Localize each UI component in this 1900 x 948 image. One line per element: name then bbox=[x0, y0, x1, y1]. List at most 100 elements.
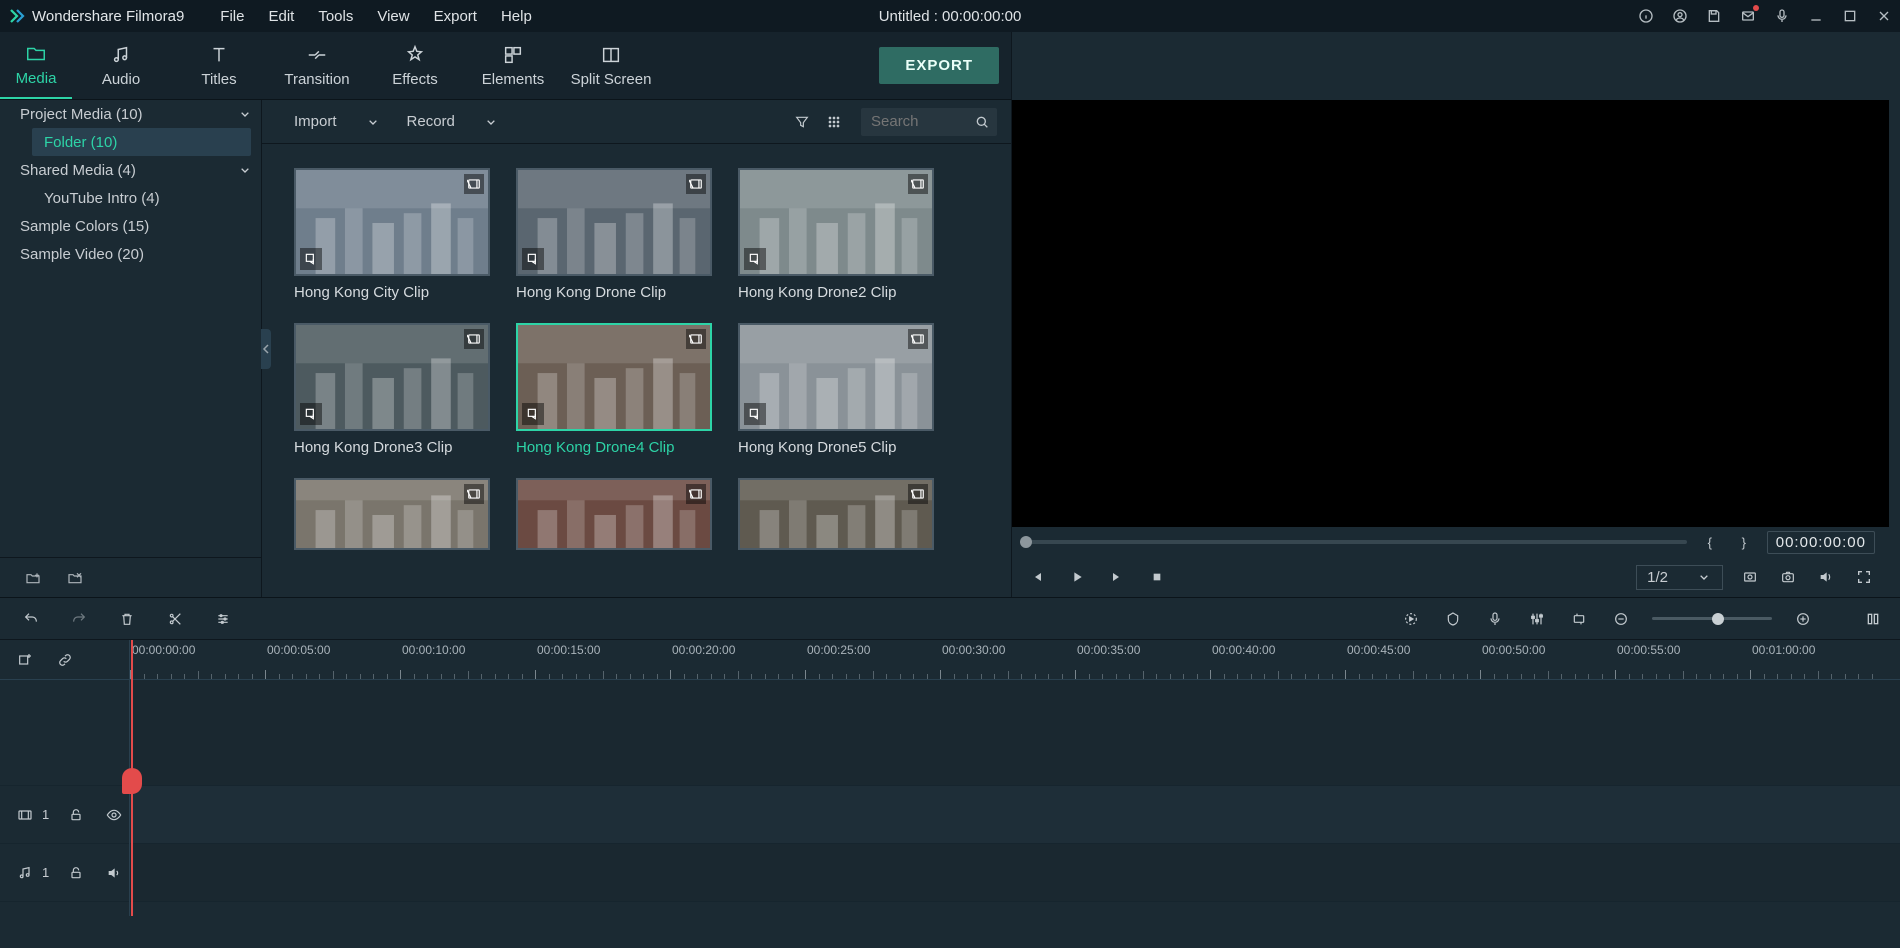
manage-tracks-icon[interactable] bbox=[14, 649, 36, 671]
next-frame-icon[interactable] bbox=[1106, 566, 1128, 588]
playhead-knob[interactable] bbox=[122, 768, 142, 794]
clip-thumbnail[interactable] bbox=[738, 168, 934, 276]
mute-track-icon[interactable] bbox=[103, 862, 125, 884]
media-clip[interactable] bbox=[738, 478, 934, 550]
media-clip[interactable] bbox=[294, 478, 490, 550]
add-to-timeline-icon[interactable] bbox=[522, 248, 544, 270]
lock-track-icon[interactable] bbox=[65, 862, 87, 884]
tab-split-screen[interactable]: Split Screen bbox=[562, 32, 660, 99]
account-icon[interactable] bbox=[1670, 6, 1690, 26]
clip-thumbnail[interactable] bbox=[516, 478, 712, 550]
clip-thumbnail[interactable] bbox=[738, 323, 934, 431]
media-clip[interactable]: Hong Kong Drone Clip bbox=[516, 168, 712, 301]
sidebar-item-youtube-intro[interactable]: YouTube Intro (4) bbox=[0, 184, 261, 212]
menu-edit[interactable]: Edit bbox=[256, 2, 306, 31]
mark-out-icon[interactable]: } bbox=[1733, 531, 1755, 553]
tab-media[interactable]: Media bbox=[0, 32, 72, 99]
delete-icon[interactable] bbox=[116, 608, 138, 630]
clip-thumbnail[interactable] bbox=[516, 323, 712, 431]
track-video[interactable] bbox=[130, 786, 1900, 844]
clip-thumbnail[interactable] bbox=[294, 168, 490, 276]
tab-transition[interactable]: Transition bbox=[268, 32, 366, 99]
preview-quality-icon[interactable] bbox=[1739, 566, 1761, 588]
track-spacer[interactable] bbox=[130, 680, 1900, 786]
sidebar-item-sample-video[interactable]: Sample Video (20) bbox=[0, 240, 261, 268]
track-audio[interactable] bbox=[130, 844, 1900, 902]
prev-frame-icon[interactable] bbox=[1026, 566, 1048, 588]
media-clip[interactable]: Hong Kong Drone2 Clip bbox=[738, 168, 934, 301]
audio-mixer-icon[interactable] bbox=[1526, 608, 1548, 630]
search-box[interactable] bbox=[861, 108, 997, 136]
voiceover-icon[interactable] bbox=[1484, 608, 1506, 630]
crop-icon[interactable] bbox=[1568, 608, 1590, 630]
add-to-timeline-icon[interactable] bbox=[522, 403, 544, 425]
sidebar-item-sample-colors[interactable]: Sample Colors (15) bbox=[0, 212, 261, 240]
collapse-sidebar-handle[interactable] bbox=[261, 329, 271, 369]
track-visibility-icon[interactable] bbox=[103, 804, 125, 826]
add-to-timeline-icon[interactable] bbox=[300, 403, 322, 425]
playhead[interactable] bbox=[131, 640, 133, 916]
menu-export[interactable]: Export bbox=[422, 2, 489, 31]
sidebar-item-folder[interactable]: Folder (10) bbox=[32, 128, 251, 156]
render-preview-icon[interactable] bbox=[1400, 608, 1422, 630]
zoom-in-icon[interactable] bbox=[1792, 608, 1814, 630]
tab-titles[interactable]: Titles bbox=[170, 32, 268, 99]
media-clip[interactable]: Hong Kong Drone5 Clip bbox=[738, 323, 934, 456]
search-icon[interactable] bbox=[971, 111, 993, 133]
zoom-to-fit-icon[interactable] bbox=[1862, 608, 1884, 630]
filter-icon[interactable] bbox=[791, 111, 813, 133]
undo-icon[interactable] bbox=[20, 608, 42, 630]
marker-icon[interactable] bbox=[1442, 608, 1464, 630]
preview-viewport[interactable] bbox=[1012, 100, 1889, 527]
clip-thumbnail[interactable] bbox=[738, 478, 934, 550]
add-to-timeline-icon[interactable] bbox=[744, 403, 766, 425]
split-icon[interactable] bbox=[164, 608, 186, 630]
export-button[interactable]: EXPORT bbox=[879, 47, 999, 84]
minimize-icon[interactable] bbox=[1806, 6, 1826, 26]
mail-icon[interactable] bbox=[1738, 6, 1758, 26]
clip-thumbnail[interactable] bbox=[516, 168, 712, 276]
add-to-timeline-icon[interactable] bbox=[744, 248, 766, 270]
zoom-out-icon[interactable] bbox=[1610, 608, 1632, 630]
search-input[interactable] bbox=[871, 113, 971, 130]
mark-in-icon[interactable]: { bbox=[1699, 531, 1721, 553]
seek-slider[interactable] bbox=[1026, 540, 1687, 544]
edit-properties-icon[interactable] bbox=[212, 608, 234, 630]
media-grid-scroll[interactable]: Hong Kong City ClipHong Kong Drone ClipH… bbox=[262, 144, 1011, 597]
menu-tools[interactable]: Tools bbox=[306, 2, 365, 31]
link-clips-icon[interactable] bbox=[54, 649, 76, 671]
save-icon[interactable] bbox=[1704, 6, 1724, 26]
zoom-handle[interactable] bbox=[1712, 613, 1724, 625]
tab-elements[interactable]: Elements bbox=[464, 32, 562, 99]
tab-effects[interactable]: Effects bbox=[366, 32, 464, 99]
remove-folder-icon[interactable] bbox=[64, 567, 86, 589]
clip-thumbnail[interactable] bbox=[294, 323, 490, 431]
timeline-body[interactable]: 00:00:00:0000:00:05:0000:00:10:0000:00:1… bbox=[130, 640, 1900, 916]
media-clip[interactable]: Hong Kong City Clip bbox=[294, 168, 490, 301]
zoom-slider[interactable] bbox=[1652, 617, 1772, 620]
add-folder-icon[interactable] bbox=[22, 567, 44, 589]
seek-handle[interactable] bbox=[1020, 536, 1032, 548]
media-clip[interactable]: Hong Kong Drone4 Clip bbox=[516, 323, 712, 456]
media-clip[interactable]: Hong Kong Drone3 Clip bbox=[294, 323, 490, 456]
menu-help[interactable]: Help bbox=[489, 2, 544, 31]
redo-icon[interactable] bbox=[68, 608, 90, 630]
menu-file[interactable]: File bbox=[208, 2, 256, 31]
record-dropdown[interactable]: Record bbox=[399, 109, 507, 134]
snapshot-icon[interactable] bbox=[1777, 566, 1799, 588]
maximize-icon[interactable] bbox=[1840, 6, 1860, 26]
clip-thumbnail[interactable] bbox=[294, 478, 490, 550]
fullscreen-icon[interactable] bbox=[1853, 566, 1875, 588]
menu-view[interactable]: View bbox=[365, 2, 421, 31]
add-to-timeline-icon[interactable] bbox=[300, 248, 322, 270]
sidebar-item-project-media[interactable]: Project Media (10) bbox=[0, 100, 261, 128]
info-icon[interactable] bbox=[1636, 6, 1656, 26]
tab-audio[interactable]: Audio bbox=[72, 32, 170, 99]
import-dropdown[interactable]: Import bbox=[286, 109, 389, 134]
lock-track-icon[interactable] bbox=[65, 804, 87, 826]
sidebar-item-shared-media[interactable]: Shared Media (4) bbox=[0, 156, 261, 184]
mic-title-icon[interactable] bbox=[1772, 6, 1792, 26]
preview-scale-dropdown[interactable]: 1/2 bbox=[1636, 565, 1723, 590]
close-icon[interactable] bbox=[1874, 6, 1894, 26]
timeline-tracks[interactable] bbox=[130, 680, 1900, 916]
